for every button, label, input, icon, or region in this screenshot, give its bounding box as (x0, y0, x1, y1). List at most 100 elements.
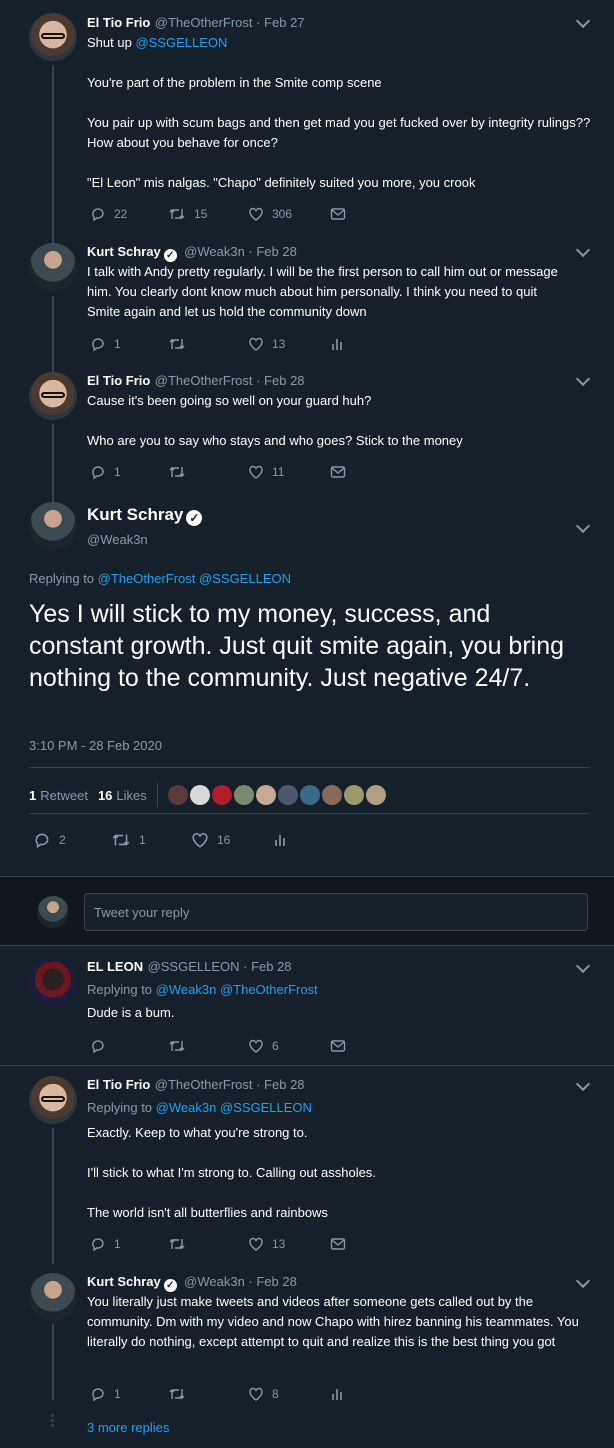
avatar[interactable] (29, 958, 77, 1006)
mention-link[interactable]: @TheOtherFrost (220, 982, 318, 997)
mention-link[interactable]: @SSGELLEON (135, 35, 227, 50)
author-meta[interactable]: @TheOtherFrost · Feb 28 (155, 373, 305, 388)
dm-button[interactable] (330, 207, 346, 221)
author-meta[interactable]: @SSGELLEON · Feb 28 (148, 959, 292, 974)
author-name[interactable]: Kurt Schray (87, 1274, 161, 1289)
retweet-total-label[interactable]: Retweet (40, 788, 88, 803)
mention-link[interactable]: @Weak3n (156, 1100, 217, 1115)
author-meta[interactable]: @Weak3n · Feb 28 (184, 1274, 297, 1289)
chevron-down-icon[interactable] (575, 1273, 591, 1289)
reply-button[interactable]: 2 (33, 831, 111, 849)
composer-avatar[interactable] (37, 896, 69, 928)
chevron-down-icon[interactable] (575, 242, 591, 258)
like-button[interactable]: 8 (248, 1386, 330, 1402)
chevron-down-icon[interactable] (575, 1076, 591, 1092)
analytics-button[interactable] (273, 831, 287, 849)
dm-button[interactable] (330, 1039, 346, 1053)
mention-link[interactable]: @Weak3n (156, 982, 217, 997)
tweet-actions: 1 11 (90, 464, 346, 480)
tweet-header: EL LEON @SSGELLEON · Feb 28 (87, 958, 292, 976)
author-meta[interactable]: @TheOtherFrost · Feb 27 (155, 15, 305, 30)
like-button[interactable]: 306 (248, 206, 330, 222)
author-handle[interactable]: @Weak3n (87, 532, 205, 547)
retweet-button[interactable] (168, 1038, 248, 1054)
author-name[interactable]: Kurt Schray (87, 244, 161, 259)
like-total[interactable]: 16 (98, 788, 112, 803)
analytics-button[interactable] (330, 1386, 344, 1402)
like-button[interactable]: 13 (248, 336, 330, 352)
reply-button[interactable] (90, 1038, 168, 1054)
like-count: 8 (272, 1387, 279, 1401)
reply-icon (35, 833, 49, 849)
liker-avatar[interactable] (233, 785, 254, 805)
chevron-down-icon[interactable] (575, 958, 591, 974)
mention-link[interactable]: @SSGELLEON (220, 1100, 312, 1115)
retweet-button[interactable] (168, 464, 248, 480)
avatar[interactable] (29, 1273, 77, 1321)
like-count: 306 (272, 207, 293, 221)
reply-count: 1 (114, 1237, 121, 1251)
section-divider (0, 1065, 614, 1066)
author-name[interactable]: Kurt Schray (87, 505, 183, 524)
chevron-down-icon[interactable] (575, 518, 591, 534)
reply-button[interactable]: 1 (90, 1386, 168, 1402)
reply-button[interactable]: 1 (90, 1236, 168, 1252)
liker-avatar[interactable] (255, 785, 276, 805)
reply-button[interactable]: 22 (90, 206, 168, 222)
heart-icon (249, 1387, 263, 1401)
tweet-reply-input[interactable]: Tweet your reply (84, 893, 588, 931)
author-name[interactable]: El Tio Frio (87, 1077, 150, 1092)
reply-button[interactable]: 1 (90, 464, 168, 480)
like-button[interactable]: 11 (248, 464, 330, 480)
chevron-down-icon[interactable] (575, 371, 591, 387)
liker-avatar[interactable] (299, 785, 320, 805)
avatar[interactable] (29, 13, 77, 61)
like-count: 13 (272, 1237, 286, 1251)
more-replies-link[interactable]: 3 more replies (87, 1420, 169, 1435)
retweet-button[interactable]: 1 (111, 831, 191, 849)
timestamp[interactable]: 3:10 PM - 28 Feb 2020 (29, 738, 162, 753)
retweet-button[interactable] (168, 1386, 248, 1402)
avatar[interactable] (29, 1076, 77, 1124)
liker-avatar[interactable] (277, 785, 298, 805)
liker-avatar[interactable] (189, 785, 210, 805)
liker-avatar[interactable] (343, 785, 364, 805)
retweet-icon (169, 209, 185, 219)
dm-button[interactable] (330, 1237, 346, 1251)
heart-icon (249, 207, 263, 221)
avatar[interactable] (29, 243, 77, 291)
mention-link[interactable]: @TheOtherFrost (98, 571, 196, 586)
author-name[interactable]: EL LEON (87, 959, 143, 974)
like-button[interactable]: 13 (248, 1236, 330, 1252)
analytics-button[interactable] (330, 336, 344, 352)
liker-avatars[interactable] (167, 785, 388, 805)
avatar[interactable] (29, 372, 77, 420)
chevron-down-icon[interactable] (575, 13, 591, 29)
reply-count: 1 (114, 1387, 121, 1401)
liker-avatar[interactable] (167, 785, 188, 805)
retweet-total[interactable]: 1 (29, 788, 36, 803)
author-name[interactable]: El Tio Frio (87, 373, 150, 388)
liker-avatar[interactable] (321, 785, 342, 805)
mail-icon (330, 1238, 346, 1250)
retweet-button[interactable]: 15 (168, 206, 248, 222)
replying-label: Replying to (87, 982, 153, 997)
author-name[interactable]: El Tio Frio (87, 15, 150, 30)
like-count: 6 (272, 1039, 279, 1053)
liker-avatar[interactable] (211, 785, 232, 805)
dm-button[interactable] (330, 465, 346, 479)
retweet-button[interactable] (168, 336, 248, 352)
tweet-body: Cause it's been going so well on your gu… (87, 393, 463, 448)
like-button[interactable]: 16 (191, 831, 273, 849)
mention-link[interactable]: @SSGELLEON (199, 571, 291, 586)
author-meta[interactable]: @TheOtherFrost · Feb 28 (155, 1077, 305, 1092)
tweet-header: El Tio Frio @TheOtherFrost · Feb 28 (87, 372, 305, 390)
like-total-label[interactable]: Likes (116, 788, 146, 803)
author-meta[interactable]: @Weak3n · Feb 28 (184, 244, 297, 259)
liker-avatar[interactable] (365, 785, 386, 805)
reply-button[interactable]: 1 (90, 336, 168, 352)
reply-icon (92, 466, 104, 480)
avatar[interactable] (29, 502, 77, 550)
like-button[interactable]: 6 (248, 1038, 330, 1054)
retweet-button[interactable] (168, 1236, 248, 1252)
